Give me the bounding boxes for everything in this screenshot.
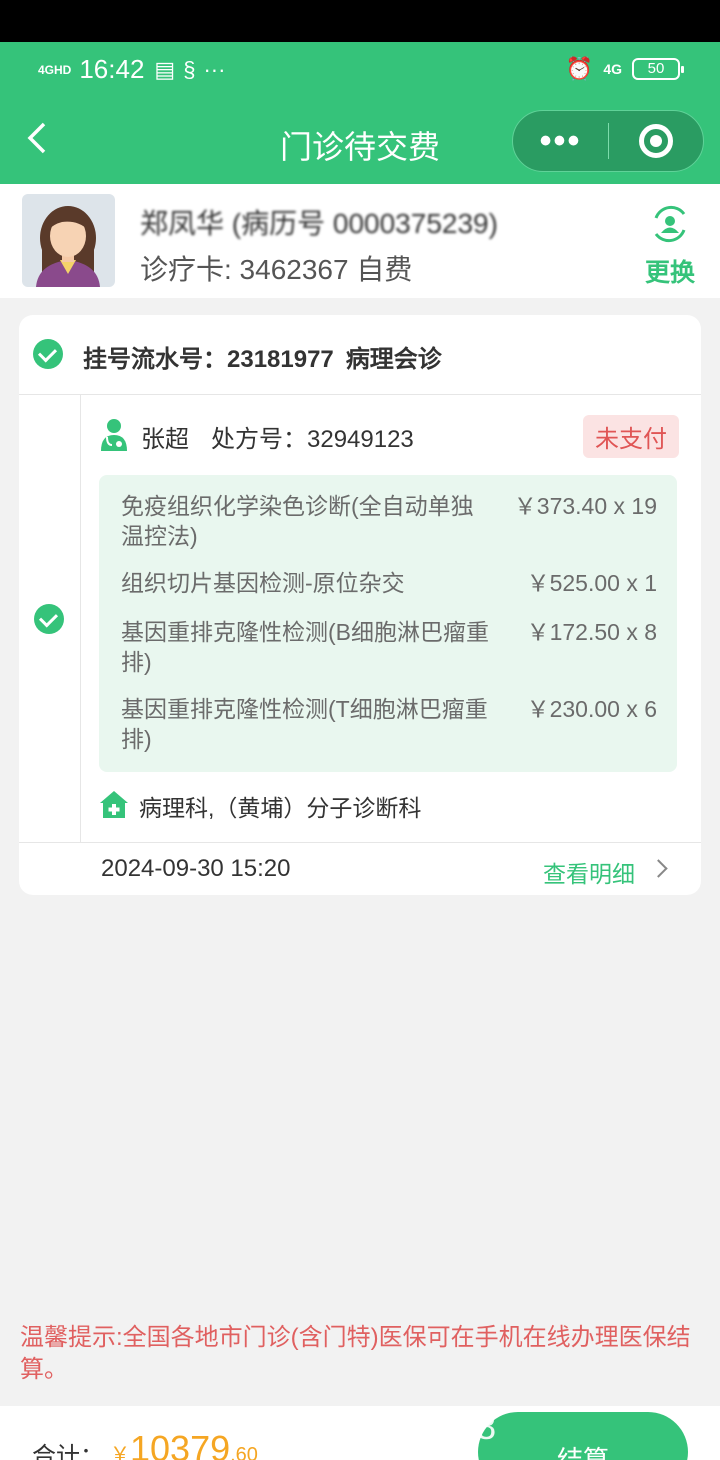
navigation-bar: 门诊待交费 •••	[0, 100, 720, 184]
close-miniprogram-button[interactable]	[609, 124, 703, 158]
item-name: 基因重排克隆性检测(B细胞淋巴瘤重排)	[121, 619, 489, 675]
patient-name: 郑凤华 (病历号 0000375239)	[140, 208, 498, 239]
registration-title: 挂号流水号：23181977 病理会诊	[83, 339, 442, 374]
total-amount: ￥10379.60	[110, 1428, 258, 1460]
status-bar: 4GHD 16:42 ▤ § ··· ⏰ 4G 50	[0, 42, 720, 100]
avatar	[22, 194, 115, 287]
registration-header: 挂号流水号：23181977 病理会诊	[19, 315, 701, 395]
item-name: 免疫组织化学染色诊断(全自动单独温控法)	[121, 493, 474, 549]
doctor-icon	[101, 419, 127, 451]
network-indicator: 4G	[603, 61, 622, 77]
item-price: ￥525.00 x 1	[526, 570, 657, 596]
item-price: ￥172.50 x 8	[526, 619, 657, 645]
amount-integer: 10379	[130, 1428, 231, 1460]
switch-user-icon	[654, 205, 686, 243]
alarm-icon: ⏰	[565, 56, 594, 81]
item-name: 组织切片基因检测-原位杂交	[121, 570, 405, 596]
more-menu-button[interactable]: •••	[513, 124, 608, 158]
status-badge: 未支付	[583, 415, 679, 458]
target-icon	[639, 124, 673, 158]
total-label: 合计：	[32, 1443, 104, 1460]
chevron-right-icon[interactable]	[649, 859, 668, 878]
divider	[80, 395, 81, 842]
currency-symbol: ￥	[110, 1444, 130, 1460]
switch-label: 更换	[644, 259, 695, 287]
top-bezel	[0, 0, 720, 42]
sim-icon: ▤	[154, 56, 176, 82]
prescription-items: 免疫组织化学染色诊断(全自动单独温控法) ￥373.40 x 19 组织切片基因…	[99, 475, 677, 772]
patient-info: 郑凤华 (病历号 0000375239) 诊疗卡: 3462367 自费 更换	[0, 184, 720, 298]
doctor-name: 张超	[141, 426, 189, 453]
tip-text: 温馨提示:全国各地市门诊(含门特)医保可在手机在线办理医保结算。	[20, 1324, 691, 1383]
registration-dept: 病理会诊	[345, 346, 442, 373]
checkout-bar: 合计： ￥10379.60 结算 in house08	[0, 1406, 720, 1460]
item-price: ￥373.40 x 19	[513, 493, 657, 519]
amount-decimal: .60	[230, 1444, 258, 1460]
hospital-icon	[100, 791, 128, 818]
prescription-check-icon[interactable]	[34, 604, 64, 634]
bill-card: 挂号流水号：23181977 病理会诊 张超 处方号：32949123 未支付 免…	[19, 315, 701, 895]
miniprogram-capsule: •••	[512, 110, 704, 172]
department-name: 病理科,（黄埔）分子诊断科	[139, 795, 422, 821]
switch-patient-button[interactable]: 更换	[642, 202, 698, 289]
prescription-number: 处方号：32949123	[211, 426, 414, 453]
pay-button[interactable]: 结算	[478, 1412, 688, 1460]
clock: 16:42	[79, 54, 145, 84]
patient-card: 诊疗卡: 3462367 自费	[140, 254, 413, 285]
battery-indicator: 50	[632, 58, 684, 80]
item-price: ￥230.00 x 6	[526, 696, 657, 722]
more-notifications: ···	[203, 56, 226, 82]
card-footer: 2024-09-30 15:20 查看明细	[19, 842, 701, 895]
view-details-link[interactable]: 查看明细	[543, 855, 635, 889]
item-name: 基因重排克隆性检测(T细胞淋巴瘤重排)	[121, 696, 488, 752]
registration-number: 挂号流水号：23181977	[83, 346, 334, 373]
signal-indicator: 4GHD	[38, 62, 72, 77]
check-icon[interactable]	[33, 339, 63, 369]
pay-label: 结算	[556, 1445, 609, 1460]
watermark: in house08	[320, 1406, 497, 1447]
notification-icon: §	[183, 56, 196, 82]
prescription-header: 张超 处方号：32949123 未支付	[99, 415, 679, 458]
prescription-datetime: 2024-09-30 15:20	[101, 855, 291, 882]
